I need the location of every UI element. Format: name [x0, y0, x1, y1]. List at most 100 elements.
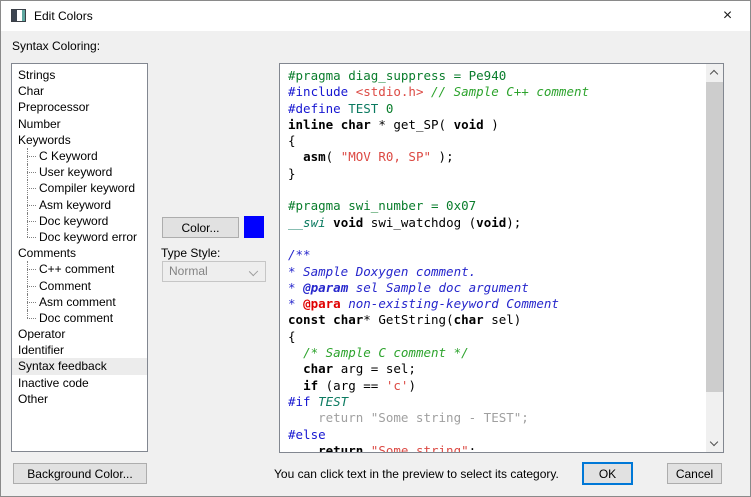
- code-token-macro[interactable]: TEST: [348, 101, 378, 116]
- list-item-syntax-feedback[interactable]: Syntax feedback: [12, 358, 147, 374]
- code-token-plain[interactable]: ): [408, 378, 416, 393]
- code-line[interactable]: return "Some string";: [288, 443, 706, 453]
- code-line[interactable]: #if TEST: [288, 394, 706, 410]
- list-item-comments[interactable]: Comments: [12, 245, 147, 261]
- code-line[interactable]: * @param sel Sample doc argument: [288, 280, 706, 296]
- code-token-plain[interactable]: {: [288, 329, 296, 344]
- code-line[interactable]: * @para non-existing-keyword Comment: [288, 296, 706, 312]
- code-token-plain[interactable]: arg = sel;: [333, 361, 416, 376]
- code-token-plain[interactable]: ;: [469, 443, 477, 453]
- list-item-doc-keyword-error[interactable]: Doc keyword error: [12, 229, 147, 245]
- code-token-string[interactable]: <stdio.h>: [356, 84, 424, 99]
- code-line[interactable]: [288, 231, 706, 247]
- list-item-other[interactable]: Other: [12, 391, 147, 407]
- code-token-macroi[interactable]: TEST: [318, 394, 348, 409]
- code-token-plain[interactable]: [423, 84, 431, 99]
- ok-button[interactable]: OK: [582, 462, 633, 485]
- code-token-plain[interactable]: (arg ==: [318, 378, 386, 393]
- code-token-comment[interactable]: /* Sample C comment */: [303, 345, 469, 360]
- code-token-string[interactable]: "MOV R0, SP": [341, 149, 431, 164]
- code-line[interactable]: {: [288, 329, 706, 345]
- code-line[interactable]: }: [288, 166, 706, 182]
- code-token-preprocessor[interactable]: #include: [288, 84, 356, 99]
- code-token-string[interactable]: "Some string": [371, 443, 469, 453]
- code-token-plain[interactable]: [288, 345, 303, 360]
- code-token-pragma[interactable]: #pragma diag_suppress = Pe940: [288, 68, 506, 83]
- code-token-plain[interactable]: }: [288, 166, 296, 181]
- cancel-button[interactable]: Cancel: [667, 463, 722, 484]
- code-token-keyword[interactable]: void: [333, 215, 363, 230]
- code-token-keyword[interactable]: void: [476, 215, 506, 230]
- code-line[interactable]: #pragma diag_suppress = Pe940: [288, 68, 706, 84]
- code-token-keyword[interactable]: if: [303, 378, 318, 393]
- list-item-char[interactable]: Char: [12, 83, 147, 99]
- code-token-preprocessor[interactable]: #else: [288, 427, 326, 442]
- code-token-plain[interactable]: );: [431, 149, 454, 164]
- list-item-doc-comment[interactable]: Doc comment: [12, 310, 147, 326]
- scrollbar-thumb[interactable]: [706, 82, 723, 392]
- code-line[interactable]: #pragma swi_number = 0x07: [288, 198, 706, 214]
- code-token-plain[interactable]: );: [506, 215, 521, 230]
- code-line[interactable]: char arg = sel;: [288, 361, 706, 377]
- code-token-preprocessor[interactable]: #if: [288, 394, 311, 409]
- code-token-plain[interactable]: sel): [484, 312, 522, 327]
- code-token-keyword[interactable]: char: [454, 312, 484, 327]
- code-token-inactive[interactable]: return "Some string - TEST";: [288, 410, 529, 425]
- list-item-c-comment[interactable]: C++ comment: [12, 261, 147, 277]
- code-token-plain[interactable]: [288, 361, 303, 376]
- list-item-compiler-keyword[interactable]: Compiler keyword: [12, 180, 147, 196]
- list-item-number[interactable]: Number: [12, 116, 147, 132]
- type-style-dropdown[interactable]: Normal: [162, 261, 266, 282]
- syntax-category-list[interactable]: StringsCharPreprocessorNumberKeywordsC K…: [11, 63, 148, 452]
- code-line[interactable]: inline char * get_SP( void ): [288, 117, 706, 133]
- list-item-doc-keyword[interactable]: Doc keyword: [12, 213, 147, 229]
- code-line[interactable]: #else: [288, 427, 706, 443]
- code-token-doc[interactable]: non-existing-keyword Comment: [341, 296, 559, 311]
- code-token-keyword[interactable]: const: [288, 312, 326, 327]
- list-item-asm-keyword[interactable]: Asm keyword: [12, 197, 147, 213]
- code-token-plain[interactable]: [288, 378, 303, 393]
- list-item-identifier[interactable]: Identifier: [12, 342, 147, 358]
- code-preview-pane[interactable]: #pragma diag_suppress = Pe940#include <s…: [279, 63, 724, 453]
- code-line[interactable]: return "Some string - TEST";: [288, 410, 706, 426]
- code-token-preprocessor[interactable]: #define: [288, 101, 348, 116]
- code-token-keyword[interactable]: return: [318, 443, 363, 453]
- code-token-plain[interactable]: (: [326, 149, 341, 164]
- code-token-plain[interactable]: * get_SP(: [371, 117, 454, 132]
- code-token-plain[interactable]: [288, 149, 303, 164]
- code-line[interactable]: const char* GetString(char sel): [288, 312, 706, 328]
- list-item-strings[interactable]: Strings: [12, 67, 147, 83]
- code-token-plain[interactable]: [333, 117, 341, 132]
- code-token-keyword[interactable]: inline: [288, 117, 333, 132]
- code-token-macroi[interactable]: __swi: [288, 215, 326, 230]
- code-token-keyword[interactable]: char: [303, 361, 333, 376]
- code-token-keyword[interactable]: char: [333, 312, 363, 327]
- code-token-doc[interactable]: *: [288, 296, 303, 311]
- code-token-pragma[interactable]: #pragma swi_number = 0x07: [288, 198, 476, 213]
- list-item-c-keyword[interactable]: C Keyword: [12, 148, 147, 164]
- code-line[interactable]: {: [288, 133, 706, 149]
- code-token-keyword[interactable]: void: [454, 117, 484, 132]
- code-line[interactable]: [288, 182, 706, 198]
- color-button[interactable]: Color...: [162, 217, 239, 238]
- list-item-operator[interactable]: Operator: [12, 326, 147, 342]
- code-line[interactable]: if (arg == 'c'): [288, 378, 706, 394]
- code-token-doc[interactable]: * Sample Doxygen comment.: [288, 264, 476, 279]
- list-item-keywords[interactable]: Keywords: [12, 132, 147, 148]
- code-line[interactable]: __swi void swi_watchdog (void);: [288, 215, 706, 231]
- code-line[interactable]: * Sample Doxygen comment.: [288, 264, 706, 280]
- code-line[interactable]: /**: [288, 247, 706, 263]
- code-token-plain[interactable]: [378, 101, 386, 116]
- code-line[interactable]: asm( "MOV R0, SP" );: [288, 149, 706, 165]
- code-token-plain[interactable]: [288, 443, 318, 453]
- code-token-doc[interactable]: *: [288, 280, 303, 295]
- code-token-plain[interactable]: {: [288, 133, 296, 148]
- list-item-comment[interactable]: Comment: [12, 277, 147, 293]
- list-item-preprocessor[interactable]: Preprocessor: [12, 99, 147, 115]
- scroll-down-icon[interactable]: [706, 435, 723, 452]
- list-item-inactive-code[interactable]: Inactive code: [12, 375, 147, 391]
- code-preview[interactable]: #pragma diag_suppress = Pe940#include <s…: [280, 64, 706, 452]
- code-token-plain[interactable]: * GetString(: [363, 312, 453, 327]
- code-line[interactable]: /* Sample C comment */: [288, 345, 706, 361]
- code-token-pragma[interactable]: 0: [386, 101, 394, 116]
